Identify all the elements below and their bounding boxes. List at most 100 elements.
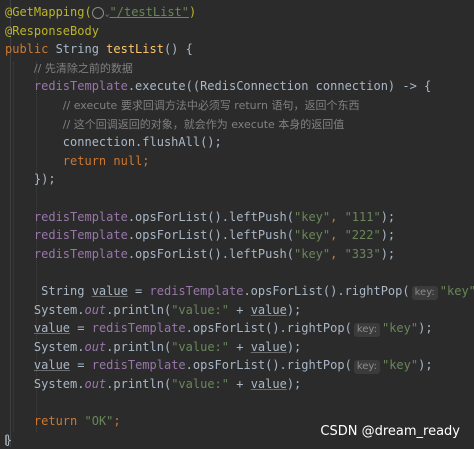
leftpush-call: .opsForList().leftPush( [127, 228, 294, 243]
value-string: "222" [344, 228, 381, 243]
assign: = [70, 321, 92, 336]
leftpush-call: .opsForList().leftPush( [127, 209, 294, 224]
plus: + [229, 302, 251, 317]
field-redis-template: redisTemplate [33, 209, 128, 224]
println-call: .println( [106, 302, 172, 317]
close-paren: ); [286, 339, 302, 354]
comma: , [330, 246, 345, 261]
code-line: redisTemplate.opsForList().leftPush("key… [5, 226, 474, 245]
mapping-path-link[interactable]: "/testList" [110, 5, 189, 19]
code-line: System.out.println("value:" + value); [5, 301, 474, 320]
assign: = [70, 358, 92, 373]
variable-value: value [33, 358, 71, 373]
key-string: "key" [294, 209, 331, 224]
variable-value: value [250, 339, 287, 354]
close-paren: ); [286, 376, 302, 391]
assign: = [127, 283, 150, 298]
close-paren: ); [380, 246, 396, 261]
static-field-out: out [84, 302, 107, 317]
system-class: System. [33, 376, 85, 391]
code-area[interactable]: @GetMapping(⌄"/testList") @ResponseBody … [5, 3, 474, 449]
code-editor[interactable]: @GetMapping(⌄"/testList") @ResponseBody … [0, 0, 474, 447]
comment-execute-1: // execute 要求回调方法中必须写 return 语句，返回个东西 [62, 98, 360, 112]
globe-icon[interactable] [91, 6, 104, 19]
field-redis-template: redisTemplate [149, 283, 244, 298]
type-string: String [33, 283, 92, 298]
plus: + [229, 339, 251, 354]
code-line: System.out.println("value:" + value); [5, 338, 474, 357]
param-hint-key: key: [411, 285, 438, 300]
variable-value: value [250, 302, 287, 317]
type-string: String [48, 42, 107, 57]
code-line: redisTemplate.execute((RedisConnection c… [5, 77, 474, 96]
code-line: // 先清除之前的数据 [5, 59, 474, 78]
code-line: // 这个回调返回的对象，就会作为 execute 本身的返回值 [5, 115, 474, 134]
rightpop-call: .opsForList().rightPop( [185, 358, 352, 373]
println-call: .println( [106, 339, 172, 354]
field-redis-template: redisTemplate [33, 246, 128, 261]
method-name: testList [106, 42, 164, 57]
code-line: }); [5, 170, 474, 189]
close-lambda: }); [33, 172, 56, 187]
println-call: .println( [106, 376, 172, 391]
code-line: System.out.println("value:" + value); [5, 375, 474, 394]
static-field-out: out [84, 339, 107, 354]
code-line: value = redisTemplate.opsForList().right… [5, 319, 474, 338]
key-string: "key" [294, 246, 331, 261]
close-paren: ); [380, 209, 396, 224]
rightpop-call: .opsForList().rightPop( [185, 321, 352, 336]
code-line: redisTemplate.opsForList().leftPush("key… [5, 208, 474, 227]
code-line: return null; [5, 152, 474, 171]
code-line: public String testList() { [5, 40, 474, 59]
annotation-getmapping: @GetMapping( [5, 5, 92, 19]
comment-execute-2: // 这个回调返回的对象，就会作为 execute 本身的返回值 [62, 117, 345, 131]
semicolon: ; [142, 153, 150, 168]
comma: , [330, 228, 345, 243]
value-string: "333" [344, 246, 381, 261]
key-string: "key" [381, 321, 419, 336]
execute-call: .execute((RedisConnection connection) ->… [127, 79, 432, 94]
semicolon: ; [113, 414, 121, 429]
keyword-null: null [113, 153, 143, 168]
close-paren: ); [418, 358, 433, 373]
code-line: String value = redisTemplate.opsForList(… [5, 282, 474, 301]
field-redis-template: redisTemplate [91, 358, 186, 373]
system-class: System. [33, 339, 85, 354]
variable-value: value [91, 283, 128, 298]
key-string: "key" [294, 228, 331, 243]
value-label-string: "value:" [171, 339, 229, 354]
static-field-out: out [84, 376, 107, 391]
field-redis-template: redisTemplate [91, 321, 186, 336]
close-paren: ); [286, 302, 302, 317]
comma: , [330, 209, 345, 224]
return-ok-string: "OK" [84, 414, 114, 429]
field-redis-template: redisTemplate [33, 79, 128, 94]
scroll-caret [5, 435, 7, 445]
comment-clear-data: // 先清除之前的数据 [33, 61, 133, 75]
rightpop-call: .opsForList().rightPop( [243, 283, 410, 298]
annotation-close-paren: ) [189, 5, 197, 19]
plus: + [229, 376, 251, 391]
param-hint-key: key: [353, 323, 380, 338]
annotation-responsebody: @ResponseBody [5, 23, 99, 38]
watermark: CSDN @dream_ready [320, 424, 460, 439]
code-line: connection.flushAll(); [5, 133, 474, 152]
code-line: redisTemplate.opsForList().leftPush("key… [5, 245, 474, 264]
leftpush-call: .opsForList().leftPush( [127, 246, 294, 261]
code-line: @GetMapping(⌄"/testList") [5, 3, 474, 22]
code-line: value = redisTemplate.opsForList().right… [5, 356, 474, 375]
key-string: "key" [439, 283, 474, 298]
system-class: System. [33, 302, 85, 317]
variable-value: value [250, 376, 287, 391]
param-hint-key: key: [353, 360, 380, 375]
value-label-string: "value:" [171, 376, 229, 391]
close-paren: ); [418, 321, 433, 336]
flush-call: connection.flushAll(); [62, 135, 222, 150]
value-label-string: "value:" [171, 302, 229, 317]
close-paren: ); [380, 228, 396, 243]
keyword-return: return [62, 153, 107, 168]
value-string: "111" [344, 209, 381, 224]
